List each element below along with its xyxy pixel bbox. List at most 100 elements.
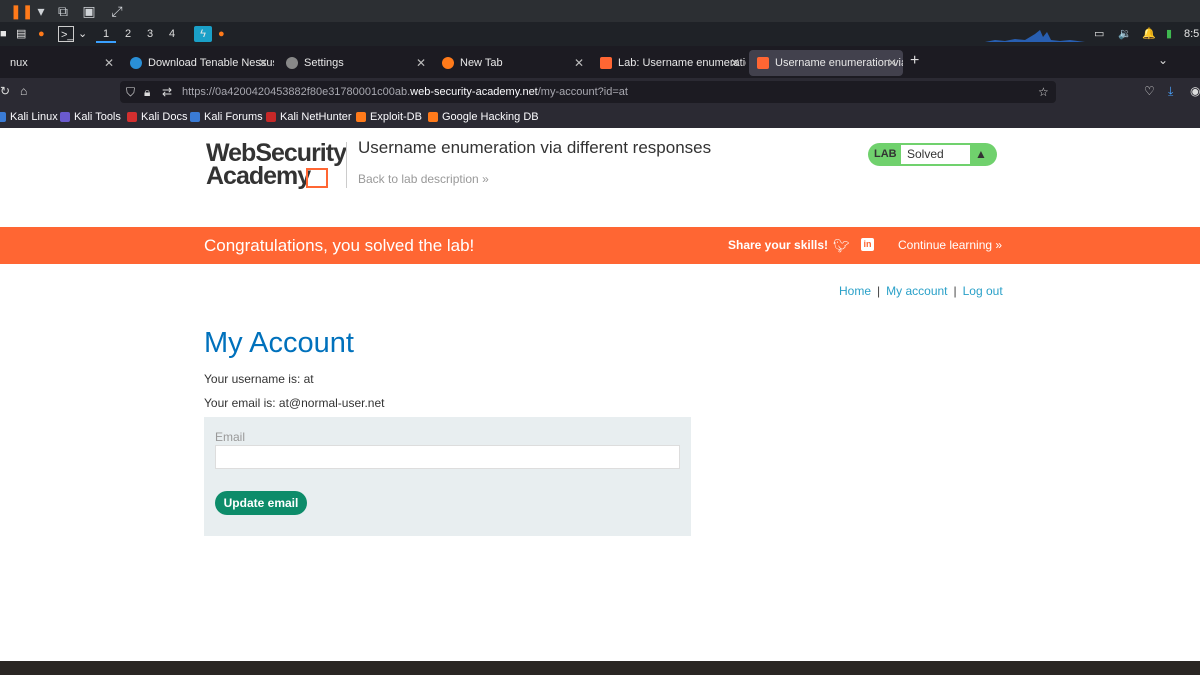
fullscreen-icon[interactable]: ⤢ xyxy=(108,2,126,20)
continue-learning-link[interactable]: Continue learning » xyxy=(898,227,1002,264)
tab-label: Settings xyxy=(304,57,344,69)
flask-icon: ▲ xyxy=(975,147,987,161)
ghdb-icon xyxy=(428,112,438,122)
email-field[interactable] xyxy=(215,445,680,469)
bookmark-exploit-db[interactable]: Exploit-DB xyxy=(356,109,422,125)
tab-bar: nux ✕ Download Tenable Nessus ✕ Settings… xyxy=(0,46,1200,78)
lab-status: Solved xyxy=(901,145,970,164)
lock-icon[interactable]: 🔒︎ xyxy=(144,85,150,100)
pocket-icon[interactable]: ♡ xyxy=(1144,84,1155,98)
dropdown-icon[interactable]: ▾ xyxy=(32,2,50,20)
new-tab-button[interactable]: + xyxy=(910,52,919,70)
bookmark-google-hacking-db[interactable]: Google Hacking DB xyxy=(428,109,539,125)
tab-list-chevron-icon[interactable]: ⌄ xyxy=(1158,53,1168,67)
volume-icon[interactable]: 🔉 xyxy=(1118,26,1132,42)
close-icon[interactable]: ✕ xyxy=(730,50,740,76)
workspace-2[interactable]: 2 xyxy=(118,25,138,43)
permissions-icon[interactable]: ⇄ xyxy=(162,85,172,99)
terminal-icon[interactable]: >_ xyxy=(58,26,74,42)
firefox-favicon-icon xyxy=(442,57,454,69)
network-graph xyxy=(985,30,1085,42)
exploit-db-icon xyxy=(356,112,366,122)
home-icon[interactable]: ⌂ xyxy=(20,84,27,98)
workspace-1[interactable]: 1 xyxy=(96,25,116,43)
bookmark-kali-docs[interactable]: Kali Docs xyxy=(127,109,187,125)
email-label: Email xyxy=(215,430,246,444)
share-label: Share your skills! xyxy=(728,238,829,252)
bookmark-kali-linux[interactable]: Kali Linux xyxy=(0,109,58,125)
back-to-lab-description-link[interactable]: Back to lab description » xyxy=(358,172,489,186)
portswigger-favicon-icon xyxy=(757,57,769,69)
email-text: Your email is: at@normal-user.net xyxy=(204,396,385,410)
update-email-form: Email Update email xyxy=(204,417,691,536)
nav-separator: | xyxy=(877,284,881,298)
lab-title: Username enumeration via different respo… xyxy=(358,138,712,157)
tab-label: Username enumeration via xyxy=(775,57,903,69)
username-text: Your username is: at xyxy=(204,372,314,386)
shield-icon[interactable]: ⛉ xyxy=(126,85,135,100)
kali-icon xyxy=(0,112,6,122)
tab-label: Lab: Username enumeration xyxy=(618,57,746,69)
congratulations-message: Congratulations, you solved the lab! xyxy=(204,236,475,255)
lab-status-badge: LAB Solved ▲ xyxy=(868,143,997,166)
web-page: WebSecurity Academy Username enumeration… xyxy=(0,128,1200,661)
fit-icon[interactable]: ▣ xyxy=(80,2,98,20)
tab-label: Download Tenable Nessus xyxy=(148,57,274,69)
burp-taskbar-icon[interactable]: ϟ xyxy=(194,26,212,42)
close-icon[interactable]: ✕ xyxy=(104,50,114,76)
twitter-icon[interactable]: 🐦︎ xyxy=(833,238,850,254)
tab-new-tab[interactable]: New Tab ✕ xyxy=(434,50,590,76)
workspace-3[interactable]: 3 xyxy=(140,25,160,43)
window-toolbar: ❚❚ ▾ ⧉ ▣ ⤢ xyxy=(0,0,1200,22)
nav-separator: | xyxy=(953,284,957,298)
firefox-taskbar-icon[interactable]: ● xyxy=(218,26,225,42)
file-manager-icon[interactable]: ▤ xyxy=(16,26,26,42)
lab-badge-label: LAB xyxy=(874,148,897,160)
bookmarks-bar: Kali Linux Kali Tools Kali Docs Kali For… xyxy=(0,106,1200,128)
bottom-taskbar xyxy=(0,661,1200,675)
update-email-button[interactable]: Update email xyxy=(215,491,307,515)
account-icon[interactable]: ◉ xyxy=(1190,84,1200,98)
tab-nessus[interactable]: Download Tenable Nessus ✕ xyxy=(122,50,274,76)
tab-lab[interactable]: Lab: Username enumeration ✕ xyxy=(592,50,746,76)
bookmark-kali-nethunter[interactable]: Kali NetHunter xyxy=(266,109,352,125)
my-account-link[interactable]: My account xyxy=(886,284,947,298)
tab-username-enumeration[interactable]: Username enumeration via ✕ xyxy=(749,50,903,76)
close-icon[interactable]: ✕ xyxy=(258,50,268,76)
gear-icon xyxy=(286,57,298,69)
firefox-icon[interactable]: ● xyxy=(38,26,45,42)
display-icon[interactable]: ▭ xyxy=(1094,26,1104,42)
tab-kali-linux[interactable]: nux ✕ xyxy=(0,50,120,76)
address-bar[interactable]: ⛉ 🔒︎ ⇄ https://0a4200420453882f80e317800… xyxy=(120,81,1056,103)
screen: ❚❚ ▾ ⧉ ▣ ⤢ ■ ▤ ● >_ ⌄ 1 2 3 4 ϟ ● ▭ 🔉 🔔 … xyxy=(0,0,1200,675)
reload-icon[interactable]: ↻ xyxy=(0,84,10,98)
screen-icon[interactable]: ⧉ xyxy=(54,2,72,20)
linkedin-icon[interactable]: in xyxy=(861,238,874,251)
bookmark-kali-tools[interactable]: Kali Tools xyxy=(60,109,121,125)
battery-icon[interactable]: ▮ xyxy=(1166,26,1172,42)
workspace-4[interactable]: 4 xyxy=(162,25,182,43)
download-icon[interactable]: ⤓ xyxy=(1168,84,1173,99)
bookmark-star-icon[interactable]: ☆ xyxy=(1038,85,1049,99)
clock: 8:5 xyxy=(1184,28,1200,40)
chevron-down-icon[interactable]: ⌄ xyxy=(78,26,87,42)
kali-tools-icon xyxy=(60,112,70,122)
bookmark-kali-forums[interactable]: Kali Forums xyxy=(190,109,263,125)
nessus-favicon-icon xyxy=(130,57,142,69)
close-icon[interactable]: ✕ xyxy=(416,50,426,76)
close-icon[interactable]: ✕ xyxy=(887,50,897,76)
tab-settings[interactable]: Settings ✕ xyxy=(278,50,432,76)
bell-icon[interactable]: 🔔 xyxy=(1142,26,1156,42)
portswigger-favicon-icon xyxy=(600,57,612,69)
kali-forums-icon xyxy=(190,112,200,122)
pause-icon[interactable]: ❚❚ xyxy=(10,2,33,20)
log-out-link[interactable]: Log out xyxy=(963,284,1003,298)
close-icon[interactable]: ✕ xyxy=(574,50,584,76)
kali-docs-icon xyxy=(127,112,137,122)
home-link[interactable]: Home xyxy=(839,284,871,298)
nethunter-icon xyxy=(266,112,276,122)
page-title: My Account xyxy=(204,327,354,359)
app-menu-icon[interactable]: ■ xyxy=(0,26,7,42)
url-text[interactable]: https://0a4200420453882f80e31780001c00ab… xyxy=(182,81,628,103)
account-nav: Home | My account | Log out xyxy=(839,284,1003,298)
